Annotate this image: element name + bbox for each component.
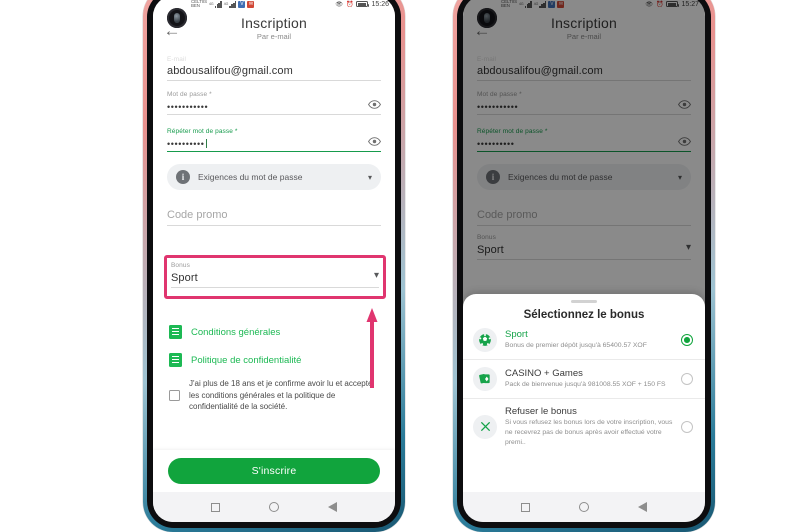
link-privacy[interactable]: Politique de confidentialité [153, 346, 395, 374]
email-value: abdousalifou@gmail.com [167, 65, 293, 77]
eye-icon[interactable] [368, 98, 381, 111]
eye-status-icon: 👁 [335, 1, 343, 8]
password-row: ••••••••••• [167, 98, 381, 114]
circle-icon[interactable] [578, 502, 589, 512]
status-bar-right-group: 👁 ⏰ 15:26 [335, 1, 389, 8]
page-title-block: Inscription Par e-mail [241, 15, 307, 41]
bonus-underline [171, 287, 379, 288]
chevron-down-icon[interactable]: ▾ [374, 270, 379, 281]
triangle-back-icon[interactable] [637, 502, 647, 512]
link-terms[interactable]: Conditions générales [153, 318, 395, 346]
bonus-option-name: Refuser le bonus [505, 406, 577, 417]
sheet-drag-handle[interactable] [571, 300, 597, 303]
close-x-icon [473, 414, 497, 439]
battery-icon [356, 1, 370, 7]
bonus-option-texts: Sport Bonus de premier dépôt jusqu'à 654… [505, 329, 673, 351]
password-requirements-label: Exigences du mot de passe [198, 172, 303, 183]
network-type-2: 4G [223, 2, 229, 6]
alarm-icon: ⏰ [345, 1, 354, 8]
bonus-value: Sport [171, 272, 198, 284]
phone-screen-left: CELTIIS BEN 4G 4G V ✉ 👁 ⏰ 15:26 ← Inscri… [153, 0, 395, 522]
consent-checkbox[interactable] [169, 390, 180, 401]
info-icon: i [176, 170, 190, 185]
document-icon [169, 325, 182, 339]
status-clock: 15:26 [371, 0, 389, 8]
signup-submit-button[interactable]: S'inscrire [168, 458, 380, 484]
bonus-row: Sport ▾ [171, 269, 379, 287]
phone-right: CELTIIS BEN 4G 4G V ✉ 👁 ⏰ 15:27 ← Inscri… [453, 0, 715, 532]
chevron-down-icon[interactable]: ▾ [368, 173, 372, 182]
bonus-option-texts: CASINO + Games Pack de bienvenue jusqu'à… [505, 368, 673, 390]
password-label: Mot de passe * [167, 91, 212, 98]
bonus-bottom-sheet: Sélectionnez le bonus Sport Bonus de pre… [463, 294, 705, 492]
phone-left: CELTIIS BEN 4G 4G V ✉ 👁 ⏰ 15:26 ← Inscri… [143, 0, 405, 532]
android-nav-bar-left [153, 492, 395, 522]
carrier-label: CELTIIS BEN [191, 0, 207, 8]
front-camera-icon [167, 8, 187, 28]
bonus-sheet-title: Sélectionnez le bonus [523, 309, 645, 321]
repeat-password-value: •••••••••• [167, 139, 207, 149]
email-label: E-mail [167, 56, 187, 62]
android-nav-bar-right [463, 492, 705, 522]
bonus-option-radio[interactable] [681, 334, 693, 346]
link-privacy-label: Politique de confidentialité [191, 354, 302, 366]
bonus-option-refuse[interactable]: Refuser le bonus Si vous refusez les bon… [463, 399, 705, 455]
password-value: ••••••••••• [167, 102, 209, 112]
bonus-field[interactable]: Bonus Sport ▾ [171, 262, 379, 288]
up-arrow-annotation [366, 308, 378, 388]
square-icon[interactable] [211, 502, 221, 512]
password-requirements-banner[interactable]: i Exigences du mot de passe ▾ [167, 164, 381, 191]
repeat-password-row: •••••••••• [167, 135, 381, 151]
square-icon[interactable] [521, 502, 531, 512]
document-icon [169, 353, 182, 367]
phone-screen-right: CELTIIS BEN 4G 4G V ✉ 👁 ⏰ 15:27 ← Inscri… [463, 0, 705, 522]
bonus-option-name: Sport [505, 329, 528, 341]
submit-bar: S'inscrire [153, 450, 395, 492]
signal-bars-icon-1 [214, 0, 222, 8]
app-header-left: ← Inscription Par e-mail [153, 12, 395, 54]
status-bar-left-group: CELTIIS BEN 4G 4G V ✉ [191, 0, 335, 9]
legal-links-block: Conditions générales Politique de confid… [153, 318, 395, 423]
text-caret [205, 139, 207, 148]
app-notification-icon-1: V [238, 0, 246, 8]
page-subtitle: Par e-mail [256, 32, 292, 41]
link-terms-label: Conditions générales [191, 326, 281, 338]
playing-cards-icon [473, 367, 497, 391]
promo-code-field[interactable]: Code promo [167, 190, 381, 227]
promo-code-placeholder: Code promo [167, 209, 228, 222]
bonus-option-description: Pack de bienvenue jusqu'à 981008.55 XOF … [505, 381, 666, 389]
consent-text: J'ai plus de 18 ans et je confirme avoir… [189, 379, 373, 412]
page-title: Inscription [240, 15, 307, 31]
status-bar-left: CELTIIS BEN 4G 4G V ✉ 👁 ⏰ 15:26 [153, 0, 395, 12]
bonus-label: Bonus [171, 262, 190, 269]
mail-icon: ✉ [247, 0, 255, 8]
bonus-option-radio[interactable] [681, 420, 693, 433]
bonus-option-name: CASINO + Games [505, 368, 583, 380]
repeat-password-field[interactable]: Répéter mot de passe * •••••••••• [167, 115, 381, 153]
bonus-option-sport[interactable]: Sport Bonus de premier dépôt jusqu'à 654… [463, 321, 705, 360]
network-type-1: 4G [208, 2, 214, 6]
password-field[interactable]: Mot de passe * ••••••••••• [167, 81, 381, 115]
signal-bars-icon-2 [229, 0, 237, 8]
bonus-option-casino[interactable]: CASINO + Games Pack de bienvenue jusqu'à… [463, 360, 705, 399]
circle-icon[interactable] [268, 502, 279, 512]
repeat-password-label: Répéter mot de passe * [167, 128, 238, 135]
email-field[interactable]: E-mail abdousalifou@gmail.com [167, 54, 381, 81]
screenshot-stage: CELTIIS BEN 4G 4G V ✉ 👁 ⏰ 15:26 ← Inscri… [0, 0, 808, 532]
triangle-back-icon[interactable] [327, 502, 337, 512]
repeat-password-underline [167, 151, 381, 153]
bonus-option-texts: Refuser le bonus Si vous refusez les bon… [505, 406, 673, 448]
eye-icon[interactable] [368, 135, 381, 148]
bonus-option-radio[interactable] [681, 373, 693, 385]
bonus-option-description: Bonus de premier dépôt jusqu'à 65400.57 … [505, 342, 647, 350]
bonus-option-description: Si vous refusez les bonus lors de votre … [505, 419, 673, 446]
promo-code-underline [167, 225, 381, 227]
consent-row[interactable]: J'ai plus de 18 ans et je confirme avoir… [153, 374, 395, 423]
soccer-ball-icon [473, 328, 497, 352]
